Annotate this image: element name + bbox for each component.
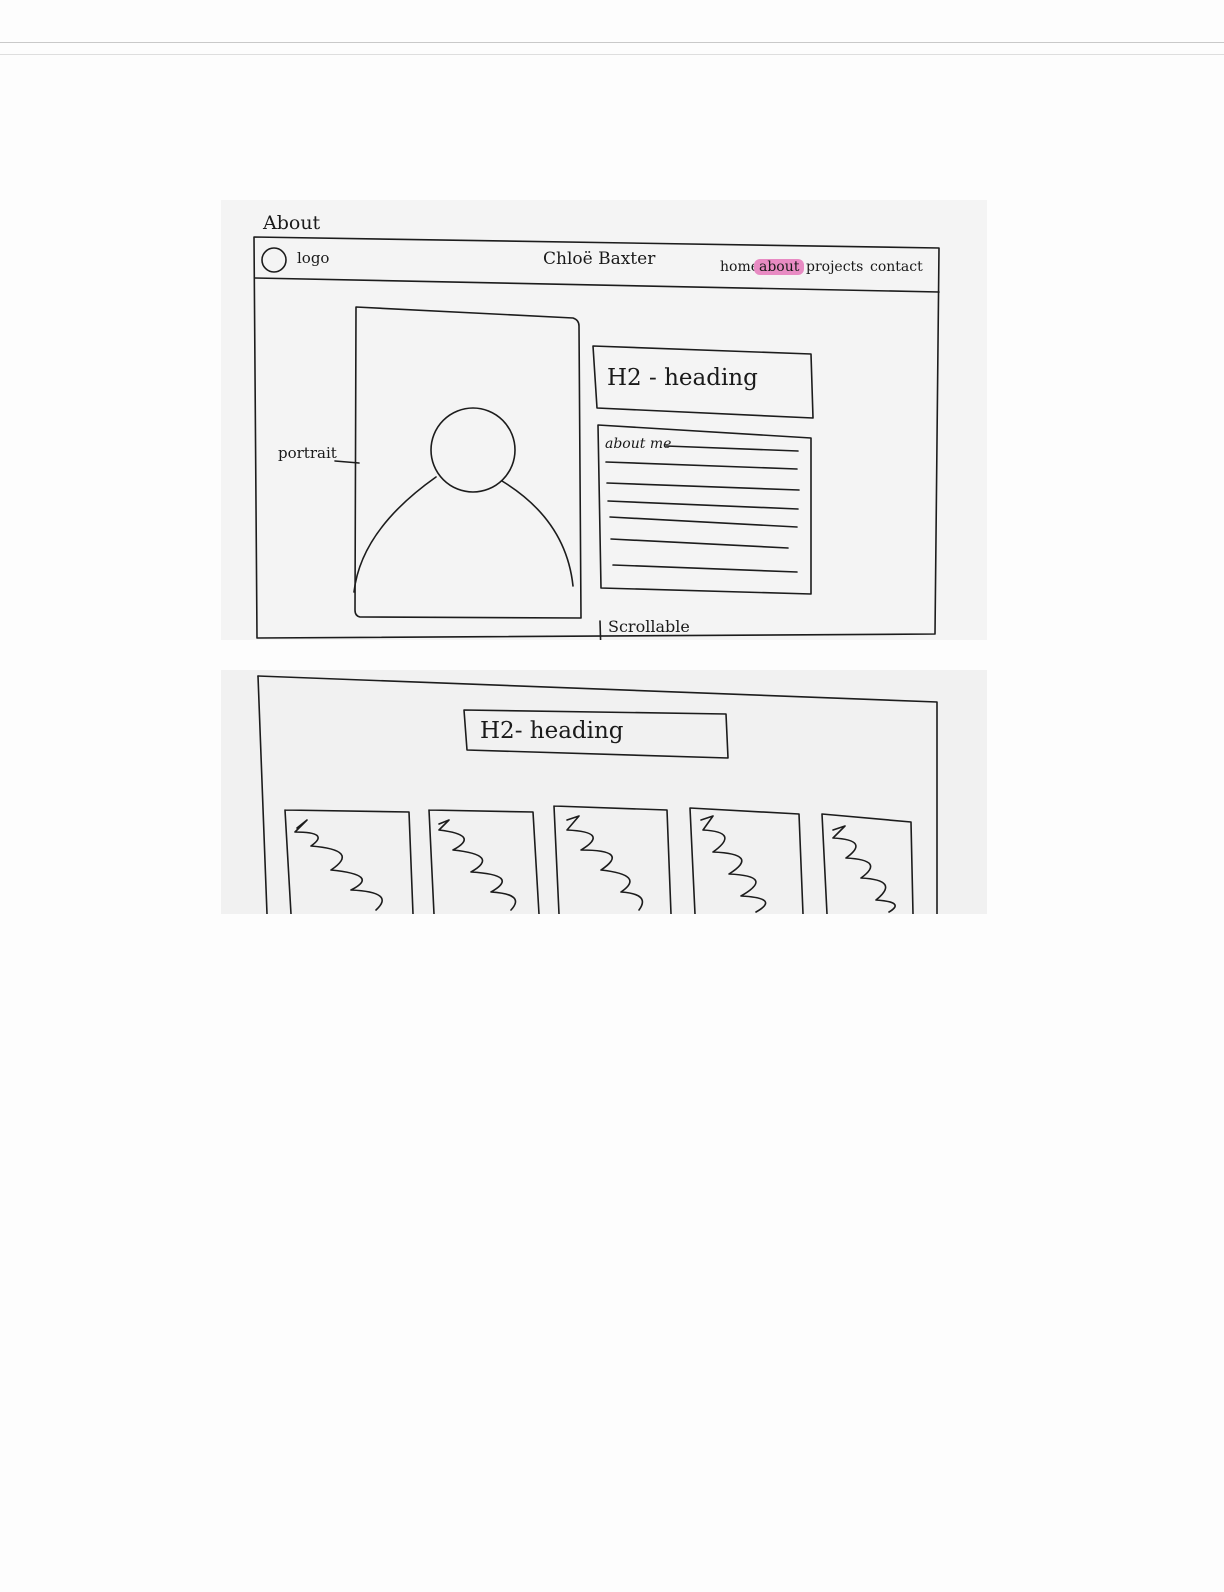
nav-about[interactable]: about [754,259,805,275]
top-divider-secondary [0,54,1224,55]
wireframe-sketch-projects: H2- heading [221,670,987,914]
project-thumbnails [284,805,914,914]
header-divider [254,277,940,293]
about-me-text: about me [605,436,672,452]
nav-contact[interactable]: contact [870,259,923,275]
wireframe-lines-lower [257,675,938,914]
project-thumbnail [428,809,540,914]
portrait-head [430,407,516,493]
portrait-frame [354,306,582,619]
portrait-shoulders [353,476,437,593]
portrait-shoulders-right [501,480,574,587]
wireframe-sketch-about: About logo Chloë Baxter home about proje… [221,200,987,640]
top-divider [0,42,1224,43]
logo-circle-icon [261,247,287,273]
scrollable-annotation: Scrollable [608,617,690,636]
page-label: About [263,212,321,234]
project-thumbnail [284,809,414,914]
portrait-annotation: portrait [278,444,337,462]
site-name: Chloë Baxter [543,249,656,269]
about-heading: H2 - heading [607,365,758,391]
projects-heading: H2- heading [480,718,624,744]
nav-projects[interactable]: projects [806,259,863,275]
logo[interactable]: logo [297,249,329,267]
